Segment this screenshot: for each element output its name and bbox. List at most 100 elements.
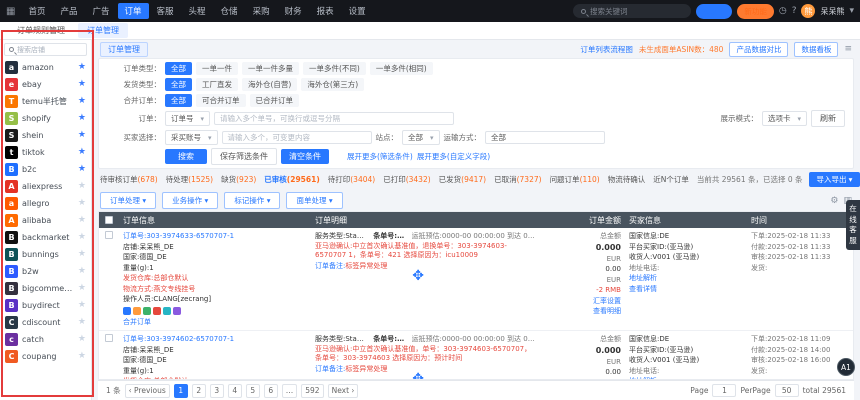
sidebar-platform-item[interactable]: S shopify ★: [0, 110, 91, 127]
filter-option[interactable]: 一单多件(相同): [370, 62, 433, 75]
page-tab[interactable]: 订单规则管理: [8, 23, 74, 38]
sidebar-platform-item[interactable]: t tiktok ★: [0, 144, 91, 161]
favorite-star-icon[interactable]: ★: [78, 97, 86, 106]
favorite-star-icon[interactable]: ★: [78, 63, 86, 72]
status-tab[interactable]: 已审核(29561): [264, 174, 319, 185]
label-process-button[interactable]: 面单处理 ▾: [286, 192, 342, 209]
merge-order-link[interactable]: 合并订单: [123, 317, 307, 328]
expand-custom-field-link[interactable]: 展开更多(自定义字段): [417, 151, 490, 162]
favorite-star-icon[interactable]: ★: [78, 131, 86, 140]
top-menu-item[interactable]: 产品: [53, 3, 84, 19]
page-number-button[interactable]: 1: [174, 384, 188, 398]
refresh-button[interactable]: 刷新: [811, 110, 845, 127]
status-tab[interactable]: 已取消(7327): [494, 174, 541, 185]
page-number-button[interactable]: 4: [228, 384, 242, 398]
order-no-input[interactable]: 请输入多个单号，可换行或逗号分隔: [214, 112, 454, 125]
import-export-button[interactable]: 导入导出 ▾: [809, 172, 860, 187]
order-manage-chip[interactable]: 订单管理: [100, 42, 148, 57]
help-icon[interactable]: ?: [792, 6, 797, 16]
ai-floating-badge[interactable]: A1: [837, 358, 855, 376]
status-tab[interactable]: 近N个订单: [653, 174, 689, 185]
top-menu-item[interactable]: 采购: [246, 3, 277, 19]
top-menu-item[interactable]: 首页: [21, 3, 52, 19]
filter-option[interactable]: 可合并订单: [196, 94, 246, 107]
prev-page-button[interactable]: ‹ Previous: [125, 384, 170, 398]
mark-ops-button[interactable]: 标记操作 ▾: [224, 192, 280, 209]
sidebar-platform-item[interactable]: B buydirect ★: [0, 297, 91, 314]
site-select[interactable]: 全部▾: [402, 130, 440, 145]
sidebar-platform-item[interactable]: C cdiscount ★: [0, 314, 91, 331]
buyer-select[interactable]: 采买账号▾: [165, 130, 218, 145]
sidebar-platform-item[interactable]: B backmarket ★: [0, 229, 91, 246]
filter-option[interactable]: 海外仓(第三方): [301, 78, 364, 91]
order-process-button[interactable]: 订单处理 ▾: [100, 192, 156, 209]
display-mode-select[interactable]: 选项卡▾: [762, 111, 807, 126]
data-board-button[interactable]: 数据看板: [794, 42, 838, 57]
buyer-icon[interactable]: [133, 307, 141, 315]
support-floating-tab[interactable]: 在线客服: [846, 200, 860, 250]
sidebar-search-input[interactable]: 搜索店铺: [4, 43, 87, 56]
sidebar-platform-item[interactable]: T temu半托管 ★: [0, 93, 91, 110]
filter-option[interactable]: 全部: [165, 62, 192, 75]
filter-option[interactable]: 一单多件(不同): [303, 62, 366, 75]
sidebar-platform-item[interactable]: a allegro ★: [0, 195, 91, 212]
sidebar-platform-item[interactable]: a amazon ★: [0, 59, 91, 76]
top-menu-item[interactable]: 订单: [118, 3, 149, 19]
package-icon[interactable]: [153, 307, 161, 315]
mail-icon[interactable]: [163, 307, 171, 315]
status-tab[interactable]: 待打印(3404): [328, 174, 375, 185]
ai-assistant-button[interactable]: AI助手: [696, 4, 732, 19]
order-no-select[interactable]: 订单号▾: [165, 111, 210, 126]
save-filter-button[interactable]: 保存筛选条件: [211, 148, 277, 165]
global-search-input[interactable]: 搜索关键词: [573, 4, 691, 18]
status-tab[interactable]: 问题订单(110): [550, 174, 600, 185]
page-number-button[interactable]: …: [282, 384, 298, 398]
top-menu-item[interactable]: 报表: [310, 3, 341, 19]
search-button[interactable]: 搜索: [165, 149, 207, 164]
layout-menu-icon[interactable]: ≡: [844, 44, 852, 54]
rate-setting-link[interactable]: 汇率设置: [545, 296, 621, 307]
status-tab[interactable]: 已发货(9417): [439, 174, 486, 185]
magnifier-icon[interactable]: [123, 307, 131, 315]
sidebar-platform-item[interactable]: B bigcommerce ★: [0, 280, 91, 297]
product-compare-button[interactable]: 产品数据对比: [729, 42, 788, 57]
favorite-star-icon[interactable]: ★: [78, 233, 86, 242]
favorite-star-icon[interactable]: ★: [78, 148, 86, 157]
order-number-link[interactable]: 订单号:303-3974602-6570707-1: [123, 334, 307, 345]
favorite-star-icon[interactable]: ★: [78, 301, 86, 310]
expand-filter-link[interactable]: 展开更多(筛选条件): [347, 151, 413, 162]
amount-detail-link[interactable]: 查看明细: [545, 306, 621, 317]
clear-filter-button[interactable]: 清空条件: [281, 149, 329, 164]
favorite-star-icon[interactable]: ★: [78, 352, 86, 361]
favorite-star-icon[interactable]: ★: [78, 250, 86, 259]
status-tab[interactable]: 缺货(923): [221, 174, 256, 185]
status-tab[interactable]: 待审核订单(678): [100, 174, 158, 185]
drag-move-icon[interactable]: ✥: [412, 372, 424, 379]
favorite-star-icon[interactable]: ★: [78, 216, 86, 225]
sidebar-platform-item[interactable]: c catch ★: [0, 331, 91, 348]
address-parse-link[interactable]: 地址解析: [629, 376, 743, 379]
row-checkbox[interactable]: [105, 231, 113, 239]
avatar[interactable]: 熊: [801, 4, 815, 18]
favorite-star-icon[interactable]: ★: [78, 284, 86, 293]
favorite-star-icon[interactable]: ★: [78, 80, 86, 89]
favorite-star-icon[interactable]: ★: [78, 335, 86, 344]
order-flow-link[interactable]: 订单列表流程图: [580, 44, 633, 55]
favorite-star-icon[interactable]: ★: [78, 165, 86, 174]
apps-grid-icon[interactable]: ▦: [6, 6, 15, 17]
status-tab[interactable]: 已打印(3432): [383, 174, 430, 185]
gear-icon[interactable]: ⚙: [830, 196, 838, 206]
page-number-button[interactable]: 592: [301, 384, 323, 398]
page-number-button[interactable]: 3: [210, 384, 224, 398]
order-number-link[interactable]: 订单号:303-3974633-6570707-1: [123, 231, 307, 242]
favorite-star-icon[interactable]: ★: [78, 114, 86, 123]
top-menu-item[interactable]: 财务: [278, 3, 309, 19]
next-page-button[interactable]: Next ›: [328, 384, 359, 398]
sidebar-platform-item[interactable]: A alibaba ★: [0, 212, 91, 229]
top-menu-item[interactable]: 头程: [182, 3, 213, 19]
address-parse-link[interactable]: 地址解析: [629, 273, 743, 284]
link-icon[interactable]: [173, 307, 181, 315]
page-number-button[interactable]: 6: [264, 384, 278, 398]
status-tab[interactable]: 物流待确认: [608, 174, 646, 185]
sidebar-platform-item[interactable]: e ebay ★: [0, 76, 91, 93]
